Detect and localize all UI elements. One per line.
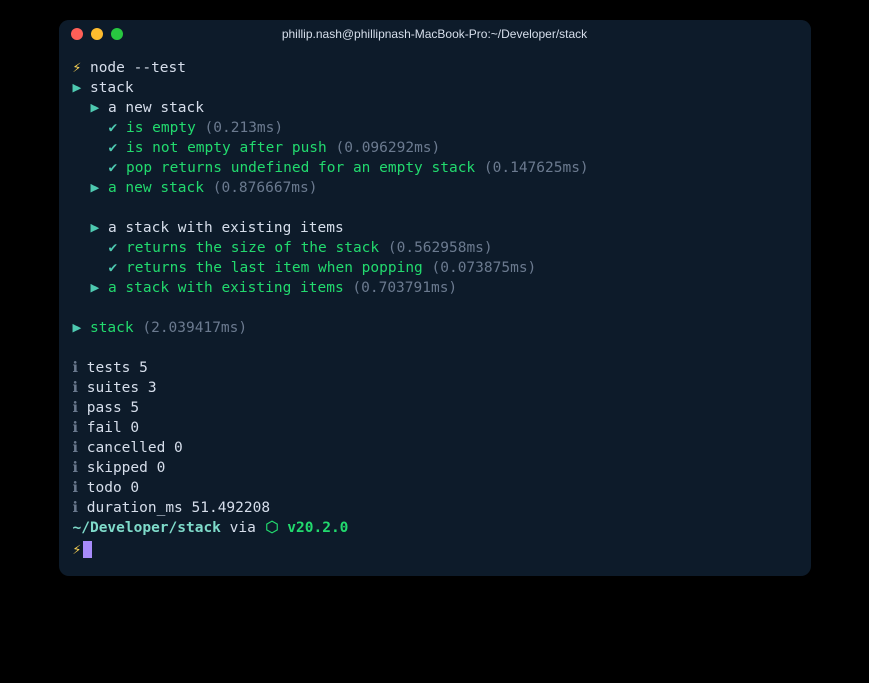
suite-group-summary: ▶ a stack with existing items (0.703791m…	[73, 278, 797, 298]
blank-line	[73, 198, 797, 218]
test-result: ✔ is not empty after push (0.096292ms)	[73, 138, 797, 158]
prompt-path-line: ~/Developer/stack via v20.2.0	[73, 518, 797, 540]
test-result: ✔ returns the last item when popping (0.…	[73, 258, 797, 278]
stat-suites: suites 3	[87, 380, 157, 396]
info-icon: ℹ	[73, 420, 79, 436]
command-line: ⚡ node --test	[73, 58, 797, 78]
prompt-symbol: ⚡	[73, 542, 82, 558]
suite-group-header: ▶ a stack with existing items	[73, 218, 797, 238]
check-icon: ✔	[109, 120, 118, 136]
test-name: returns the last item when popping	[126, 260, 423, 276]
blank-line	[73, 298, 797, 318]
arrow-icon: ▶	[91, 280, 100, 296]
info-icon: ℹ	[73, 460, 79, 476]
check-icon: ✔	[109, 240, 118, 256]
prompt-path: ~/Developer/stack	[73, 520, 221, 536]
stat-pass: pass 5	[87, 400, 139, 416]
test-result: ✔ pop returns undefined for an empty sta…	[73, 158, 797, 178]
test-time: (0.073875ms)	[432, 260, 537, 276]
arrow-icon: ▶	[73, 80, 82, 96]
stat-line: ℹ duration_ms 51.492208	[73, 498, 797, 518]
suite-group-header: ▶ a new stack	[73, 98, 797, 118]
check-icon: ✔	[109, 160, 118, 176]
stat-fail: fail 0	[87, 420, 139, 436]
terminal-body[interactable]: ⚡ node --test ▶ stack ▶ a new stack ✔ is…	[59, 48, 811, 576]
suite-group-name: a stack with existing items	[108, 220, 344, 236]
window-title: phillip.nash@phillipnash-MacBook-Pro:~/D…	[71, 27, 799, 41]
prompt-via: via	[221, 520, 265, 536]
suite-root-name: stack	[90, 80, 134, 96]
arrow-icon: ▶	[91, 180, 100, 196]
suite-group-name: a stack with existing items	[108, 280, 344, 296]
prompt-symbol: ⚡	[73, 60, 82, 76]
check-icon: ✔	[109, 260, 118, 276]
prompt-input-line[interactable]: ⚡	[73, 540, 797, 560]
arrow-icon: ▶	[73, 320, 82, 336]
info-icon: ℹ	[73, 400, 79, 416]
info-icon: ℹ	[73, 480, 79, 496]
command-text: node --test	[90, 60, 186, 76]
test-name: returns the size of the stack	[126, 240, 379, 256]
node-version: v20.2.0	[287, 520, 348, 536]
node-icon	[265, 520, 279, 540]
test-name: is not empty after push	[126, 140, 327, 156]
fullscreen-icon[interactable]	[111, 28, 123, 40]
test-result: ✔ returns the size of the stack (0.56295…	[73, 238, 797, 258]
terminal-window: phillip.nash@phillipnash-MacBook-Pro:~/D…	[59, 20, 811, 576]
test-time: (0.213ms)	[205, 120, 284, 136]
stat-line: ℹ todo 0	[73, 478, 797, 498]
suite-group-time: (0.703791ms)	[352, 280, 457, 296]
test-time: (0.562958ms)	[388, 240, 493, 256]
stat-line: ℹ tests 5	[73, 358, 797, 378]
info-icon: ℹ	[73, 500, 79, 516]
suite-root-summary: ▶ stack (2.039417ms)	[73, 318, 797, 338]
suite-group-time: (0.876667ms)	[213, 180, 318, 196]
close-icon[interactable]	[71, 28, 83, 40]
blank-line	[73, 338, 797, 358]
stat-line: ℹ cancelled 0	[73, 438, 797, 458]
suite-group-name: a new stack	[108, 180, 204, 196]
suite-group-summary: ▶ a new stack (0.876667ms)	[73, 178, 797, 198]
test-time: (0.147625ms)	[484, 160, 589, 176]
stat-line: ℹ pass 5	[73, 398, 797, 418]
info-icon: ℹ	[73, 380, 79, 396]
window-controls	[71, 28, 123, 40]
stat-todo: todo 0	[87, 480, 139, 496]
stat-line: ℹ skipped 0	[73, 458, 797, 478]
titlebar: phillip.nash@phillipnash-MacBook-Pro:~/D…	[59, 20, 811, 48]
stat-tests: tests 5	[87, 360, 148, 376]
stat-line: ℹ suites 3	[73, 378, 797, 398]
minimize-icon[interactable]	[91, 28, 103, 40]
arrow-icon: ▶	[91, 220, 100, 236]
arrow-icon: ▶	[91, 100, 100, 116]
test-result: ✔ is empty (0.213ms)	[73, 118, 797, 138]
stat-cancelled: cancelled 0	[87, 440, 183, 456]
suite-root-time: (2.039417ms)	[142, 320, 247, 336]
test-name: is empty	[126, 120, 196, 136]
cursor	[83, 541, 92, 558]
check-icon: ✔	[109, 140, 118, 156]
info-icon: ℹ	[73, 360, 79, 376]
suite-root-header: ▶ stack	[73, 78, 797, 98]
suite-root-name: stack	[90, 320, 134, 336]
test-name: pop returns undefined for an empty stack	[126, 160, 475, 176]
test-time: (0.096292ms)	[336, 140, 441, 156]
stat-duration: duration_ms 51.492208	[87, 500, 270, 516]
stat-skipped: skipped 0	[87, 460, 166, 476]
stat-line: ℹ fail 0	[73, 418, 797, 438]
info-icon: ℹ	[73, 440, 79, 456]
suite-group-name: a new stack	[108, 100, 204, 116]
